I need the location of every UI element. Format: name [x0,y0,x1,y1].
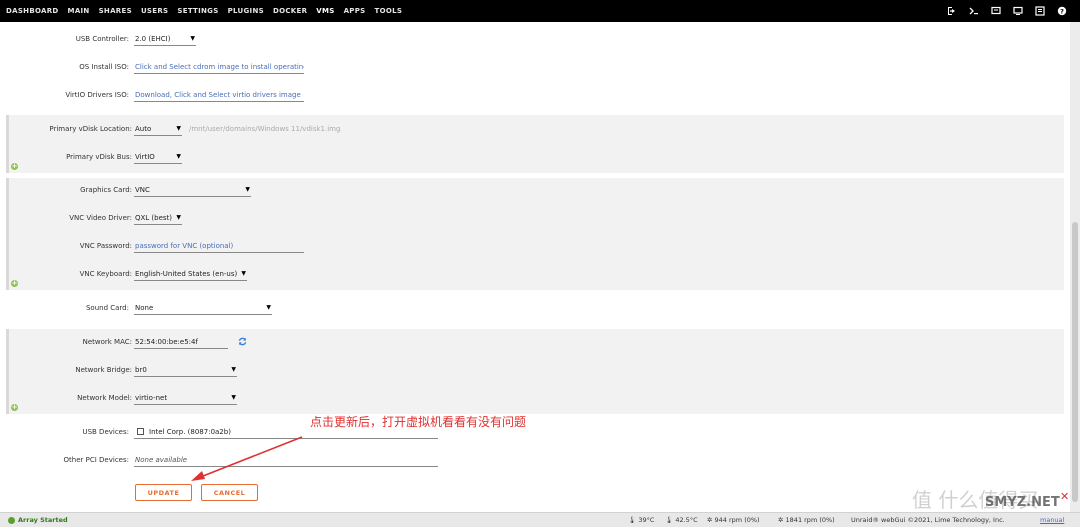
header-icons: ? [938,0,1070,22]
annotation-arrow [191,436,303,481]
scrollbar-thumb[interactable] [1072,222,1078,502]
logout-icon[interactable] [944,3,960,19]
nav-vms[interactable]: VMS [316,0,334,22]
status-bar: Array Started 🌡 39°C 🌡 42.5°C ✲ 944 rpm … [0,512,1080,527]
thermometer-icon: 🌡 [665,516,674,524]
feedback-icon[interactable] [988,3,1004,19]
footer-copyright: Unraid® webGui ©2021, Lime Technology, I… [851,516,1005,524]
fan2-speed: ✲ 1841 rpm (0%) [778,516,835,524]
array-started-icon [8,516,15,524]
page-scrollbar[interactable] [1070,22,1080,512]
watermark-site: SMYZ.NET [985,495,1060,510]
nav-apps[interactable]: APPS [344,0,366,22]
cpu-temp: 🌡 39°C [628,516,655,524]
thermometer-icon: 🌡 [628,516,637,524]
annotation-text: 点击更新后，打开虚拟机看看有没有问题 [310,415,527,429]
array-status: Array Started [8,513,68,527]
nav-users[interactable]: USERS [141,0,168,22]
vm-edit-form: USB Controller: 2.0 (EHCI) ▼ OS Install I… [0,22,1070,512]
notifications-icon[interactable] [1032,3,1048,19]
nav-settings[interactable]: SETTINGS [177,0,218,22]
help-icon[interactable]: ? [1054,3,1070,19]
terminal-icon[interactable] [966,3,982,19]
nav-docker[interactable]: DOCKER [273,0,307,22]
fan-icon: ✲ [707,516,713,524]
svg-text:?: ? [1060,7,1064,15]
fan1-speed: ✲ 944 rpm (0%) [707,516,760,524]
nav-shares[interactable]: SHARES [99,0,132,22]
mb-temp: 🌡 42.5°C [665,516,698,524]
nav-main[interactable]: MAIN [68,0,90,22]
nav-tools[interactable]: TOOLS [375,0,403,22]
manual-link[interactable]: manual [1040,513,1064,527]
fan-icon: ✲ [778,516,784,524]
main-nav: DASHBOARD MAIN SHARES USERS SETTINGS PLU… [0,0,411,22]
nav-dashboard[interactable]: DASHBOARD [6,0,59,22]
top-nav-bar: DASHBOARD MAIN SHARES USERS SETTINGS PLU… [0,0,1080,22]
monitor-icon[interactable] [1010,3,1026,19]
close-mark-icon: ✕ [1060,490,1070,503]
nav-plugins[interactable]: PLUGINS [228,0,264,22]
